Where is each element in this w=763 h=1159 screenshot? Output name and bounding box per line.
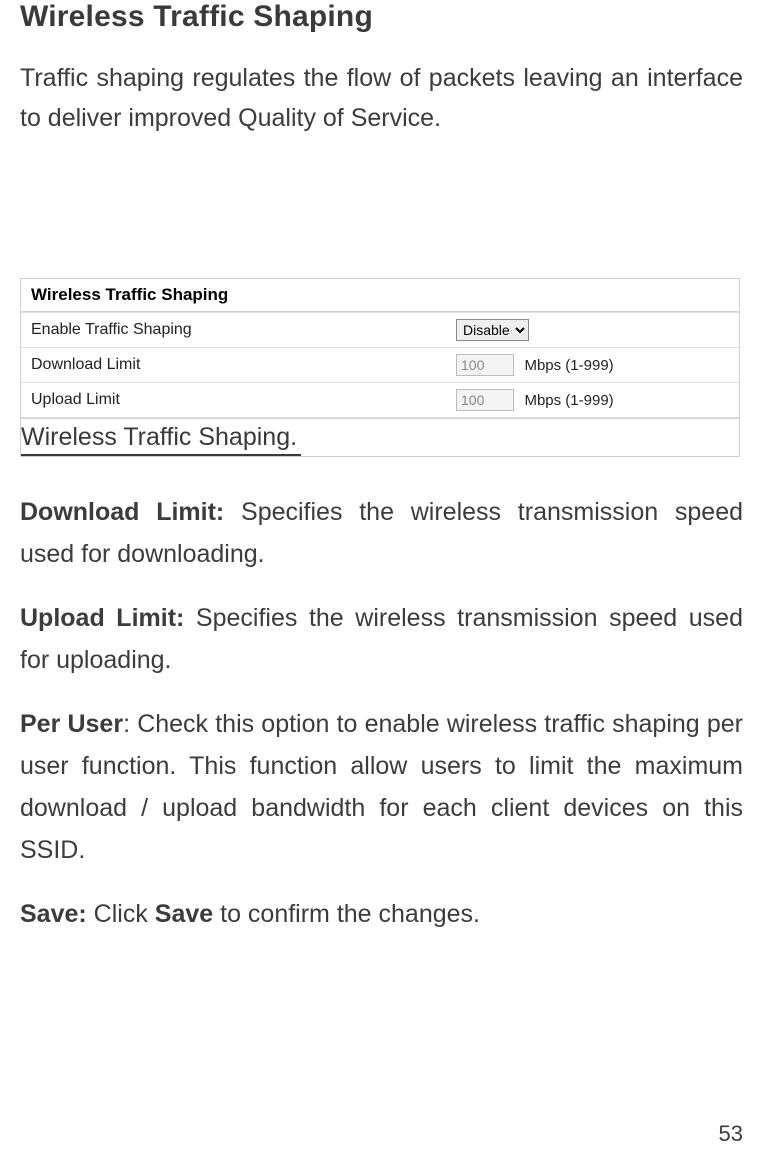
enable-traffic-shaping-select[interactable]: Disable [456,319,529,341]
download-label: Download Limit [21,348,446,383]
save-def: Save: Click Save to confirm the changes. [20,893,743,935]
per-user-desc: : Check this option to enable wireless t… [20,710,743,864]
page-number: 53 [719,1121,743,1147]
save-desc: to confirm the changes. [213,900,480,928]
page-title: Wireless Traffic Shaping [20,0,743,34]
settings-table: Enable Traffic Shaping Disable Download … [21,312,739,418]
download-limit-input[interactable] [456,354,514,376]
table-row: Upload Limit Mbps (1-999) [21,383,739,418]
save-term: Save: [20,900,87,928]
panel-header: Wireless Traffic Shaping [21,279,739,312]
save-term2: Save [155,900,213,928]
save-mid: Click [87,900,155,928]
caption-row: Wireless Traffic Shaping. [20,419,740,457]
upload-limit-def: Upload Limit: Specifies the wireless tra… [20,597,743,681]
download-limit-def: Download Limit: Specifies the wireless t… [20,491,743,575]
upload-unit: Mbps (1-999) [524,392,613,409]
table-row: Enable Traffic Shaping Disable [21,313,739,348]
enable-value-cell: Disable [446,313,739,348]
upload-limit-term: Upload Limit: [20,604,184,632]
per-user-def: Per User: Check this option to enable wi… [20,703,743,871]
per-user-term: Per User [20,710,123,738]
upload-limit-input[interactable] [456,389,514,411]
upload-label: Upload Limit [21,383,446,418]
download-limit-term: Download Limit: [20,498,224,526]
upload-value-cell: Mbps (1-999) [446,383,739,418]
table-row: Download Limit Mbps (1-999) [21,348,739,383]
figure-caption: Wireless Traffic Shaping. [21,419,301,456]
download-unit: Mbps (1-999) [524,357,613,374]
settings-panel: Wireless Traffic Shaping Enable Traffic … [20,278,740,419]
definitions: Download Limit: Specifies the wireless t… [20,491,743,935]
intro-paragraph: Traffic shaping regulates the flow of pa… [20,58,743,138]
download-value-cell: Mbps (1-999) [446,348,739,383]
enable-label: Enable Traffic Shaping [21,313,446,348]
